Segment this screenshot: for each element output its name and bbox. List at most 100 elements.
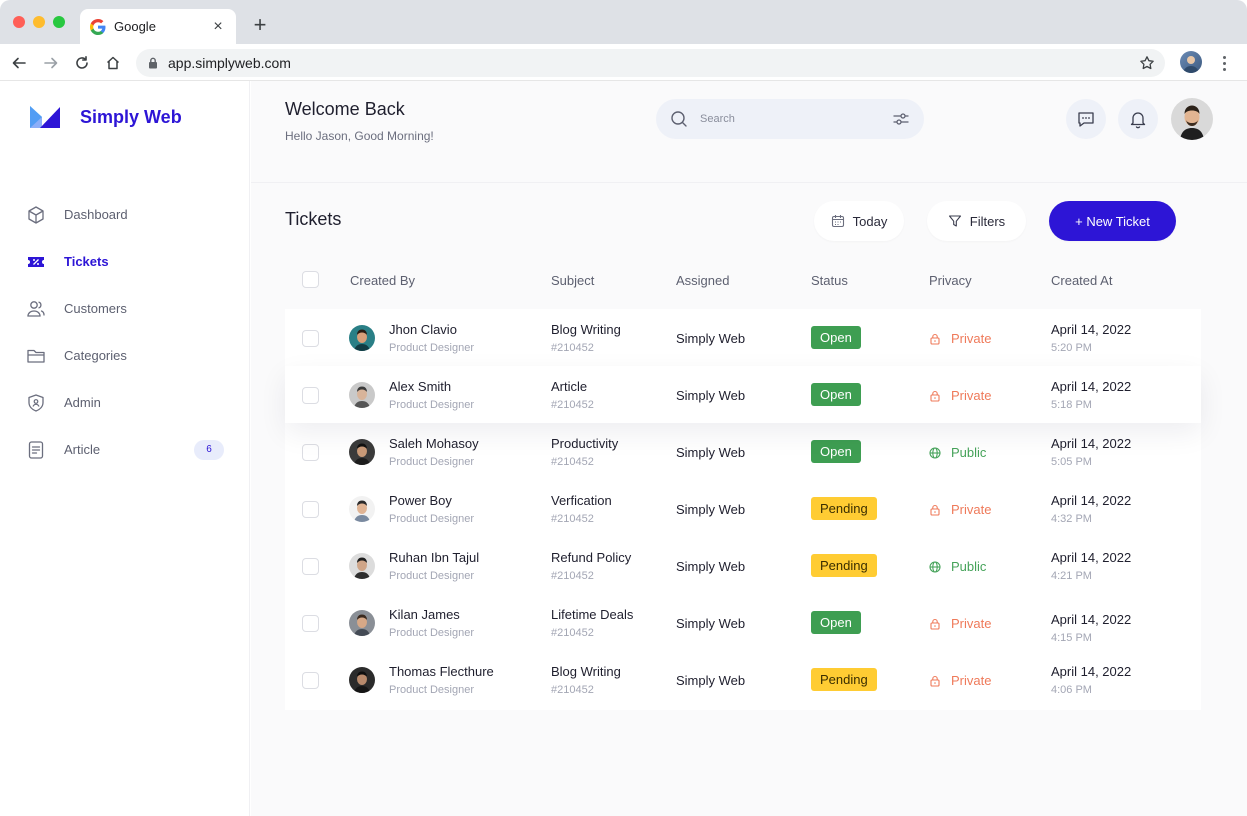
maximize-window-button[interactable] — [53, 16, 65, 28]
row-checkbox[interactable] — [302, 444, 319, 461]
browser-tab-strip: Google × + — [0, 0, 1247, 44]
new-tab-button[interactable]: + — [249, 12, 271, 38]
assigned-to: Simply Web — [676, 445, 746, 460]
ticket-id: #210452 — [551, 342, 594, 354]
creator-role: Product Designer — [389, 627, 474, 639]
filter-sliders-icon[interactable] — [892, 110, 910, 128]
creator-name: Alex Smith — [389, 379, 452, 394]
sidebar-item-article[interactable]: Article 6 — [0, 426, 250, 473]
today-label: Today — [852, 213, 888, 229]
ticket-subject: Article — [551, 379, 588, 394]
messages-button[interactable] — [1066, 99, 1106, 139]
table-row[interactable]: Power Boy Product Designer Verfication #… — [285, 480, 1201, 537]
select-all-checkbox[interactable] — [302, 271, 319, 288]
privacy-label: Private — [929, 331, 991, 346]
back-arrow-icon[interactable] — [8, 52, 30, 74]
user-avatar[interactable] — [1171, 98, 1213, 140]
privacy-text: Private — [951, 331, 992, 346]
table-row[interactable]: Alex Smith Product Designer Article #210… — [285, 366, 1201, 423]
row-checkbox[interactable] — [302, 330, 319, 347]
sidebar-item-label: Customers — [64, 301, 127, 316]
table-row[interactable]: Jhon Clavio Product Designer Blog Writin… — [285, 309, 1201, 366]
close-window-button[interactable] — [13, 16, 25, 28]
filters-button[interactable]: Filters — [927, 201, 1026, 241]
browser-tab[interactable]: Google × — [80, 9, 236, 44]
sidebar-item-customers[interactable]: Customers — [0, 285, 250, 332]
tickets-heading: Tickets — [285, 209, 342, 229]
row-checkbox[interactable] — [302, 615, 319, 632]
page-header: Welcome Back Hello Jason, Good Morning! — [251, 81, 1247, 183]
reload-icon[interactable] — [71, 52, 93, 74]
column-created-by[interactable]: Created By — [350, 273, 415, 288]
box-icon — [26, 205, 46, 225]
sidebar-item-label: Dashboard — [64, 207, 128, 222]
tickets-table: Jhon Clavio Product Designer Blog Writin… — [285, 309, 1201, 710]
status-badge: Open — [811, 383, 861, 406]
page-title: Welcome Back — [285, 99, 405, 119]
browser-menu-icon[interactable] — [1216, 52, 1232, 74]
ticket-icon — [26, 252, 46, 272]
created-date: April 14, 2022 — [1051, 493, 1132, 508]
browser-profile-avatar[interactable] — [1180, 51, 1202, 73]
status-badge: Pending — [811, 497, 877, 520]
table-row[interactable]: Saleh Mohasoy Product Designer Productiv… — [285, 423, 1201, 480]
search-box — [656, 99, 924, 139]
row-checkbox[interactable] — [302, 672, 319, 689]
lock-icon — [930, 675, 940, 687]
privacy-label: Private — [929, 502, 991, 517]
sidebar-item-admin[interactable]: Admin — [0, 379, 250, 426]
search-input[interactable] — [700, 113, 892, 125]
privacy-text: Public — [951, 445, 987, 460]
sidebar-item-categories[interactable]: Categories — [0, 332, 250, 379]
table-row[interactable]: Thomas Flecthure Product Designer Blog W… — [285, 651, 1201, 708]
filters-label: Filters — [969, 213, 1006, 229]
created-time: 5:05 PM — [1051, 456, 1092, 468]
sidebar-item-label: Categories — [64, 348, 127, 363]
created-date: April 14, 2022 — [1051, 612, 1132, 627]
avatar — [349, 610, 375, 636]
row-checkbox[interactable] — [302, 558, 319, 575]
row-checkbox[interactable] — [302, 501, 319, 518]
ticket-subject: Lifetime Deals — [551, 607, 634, 622]
created-date: April 14, 2022 — [1051, 322, 1132, 337]
article-count-badge: 6 — [194, 439, 224, 460]
table-header: Created By Subject Assigned Status Priva… — [285, 259, 1201, 299]
logo[interactable]: Simply Web — [28, 103, 182, 131]
today-button[interactable]: Today — [814, 201, 904, 241]
creator-name: Power Boy — [389, 493, 452, 508]
status-badge: Pending — [811, 668, 877, 691]
privacy-text: Private — [951, 673, 992, 688]
address-bar[interactable]: app.simplyweb.com — [136, 49, 1165, 77]
browser-toolbar: app.simplyweb.com — [0, 44, 1247, 81]
creator-name: Thomas Flecthure — [389, 664, 494, 679]
column-assigned[interactable]: Assigned — [676, 273, 729, 288]
new-ticket-button[interactable]: + New Ticket — [1049, 201, 1176, 241]
tab-close-icon[interactable]: × — [210, 18, 226, 36]
notifications-button[interactable] — [1118, 99, 1158, 139]
avatar — [349, 382, 375, 408]
status-badge: Open — [811, 326, 861, 349]
row-checkbox[interactable] — [302, 387, 319, 404]
avatar — [349, 553, 375, 579]
privacy-label: Public — [929, 559, 986, 574]
assigned-to: Simply Web — [676, 388, 746, 403]
ticket-subject: Blog Writing — [551, 322, 621, 337]
table-row[interactable]: Kilan James Product Designer Lifetime De… — [285, 594, 1201, 651]
privacy-text: Private — [951, 616, 992, 631]
home-icon[interactable] — [102, 52, 124, 74]
column-status[interactable]: Status — [811, 273, 848, 288]
created-time: 4:15 PM — [1051, 632, 1092, 644]
minimize-window-button[interactable] — [33, 16, 45, 28]
forward-arrow-icon[interactable] — [40, 52, 62, 74]
bookmark-star-icon[interactable] — [1139, 55, 1155, 71]
brand-name: Simply Web — [80, 106, 182, 127]
column-subject[interactable]: Subject — [551, 273, 594, 288]
sidebar-item-dashboard[interactable]: Dashboard — [0, 191, 250, 238]
sidebar-item-tickets[interactable]: Tickets — [0, 238, 250, 285]
created-date: April 14, 2022 — [1051, 664, 1132, 679]
search-icon — [671, 111, 687, 127]
table-row[interactable]: Ruhan Ibn Tajul Product Designer Refund … — [285, 537, 1201, 594]
column-created-at[interactable]: Created At — [1051, 273, 1112, 288]
column-privacy[interactable]: Privacy — [929, 273, 972, 288]
globe-icon — [929, 446, 941, 459]
